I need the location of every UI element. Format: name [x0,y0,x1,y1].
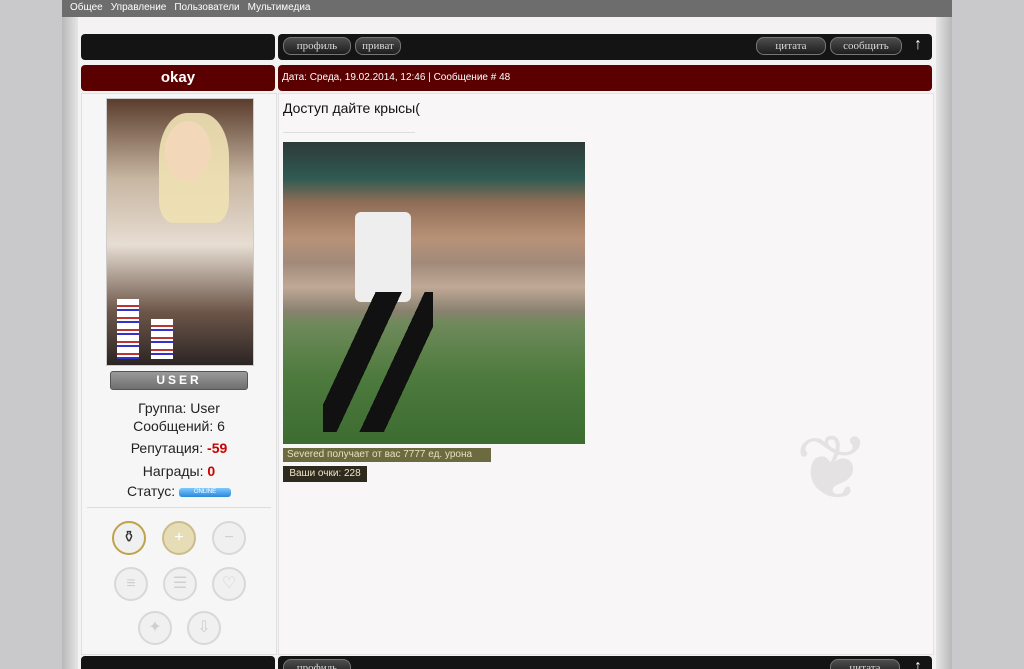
profile-button-bottom[interactable]: профиль [283,659,351,669]
signature-separator [283,132,415,133]
post-toolbar-left [81,34,275,60]
user-info-panel: USER Группа: User Сообщений: 6 Репутация… [81,93,277,655]
user-rank-badge: USER [110,371,248,390]
nav-general[interactable]: Общее [70,2,103,13]
group-label: Группа: [138,400,187,416]
profile-button[interactable]: профиль [283,37,351,55]
user-status: Статус: ONLINE [82,483,276,499]
awards-value[interactable]: 0 [207,463,215,479]
awards-label: Награды: [142,463,204,479]
menu-icon[interactable]: ☰ [163,567,197,601]
post-toolbar-bottom: профиль цитата ↑ [278,656,932,669]
group-value: User [190,400,220,416]
user-group: Группа: User [82,400,276,416]
quote-button-bottom[interactable]: цитата [830,659,900,669]
post-image[interactable] [283,142,585,444]
down-icon[interactable]: ⇩ [187,611,221,645]
star-icon[interactable]: ✦ [138,611,172,645]
user-avatar[interactable] [106,98,254,366]
reputation-label: Репутация: [130,440,204,456]
user-awards: Награды: 0 [82,463,276,479]
avatar-sock [117,299,139,359]
decorative-ornament-icon: ❦ [795,419,871,519]
username[interactable]: okay [161,69,195,86]
user-messages: Сообщений: 6 [82,418,276,434]
post-text: Доступ дайте крысы( [283,100,420,116]
nav-users[interactable]: Пользователи [174,2,239,13]
points-banner: Ваши очки: 228 [283,466,367,482]
post-meta-header: Дата: Среда, 19.02.2014, 12:46 | Сообщен… [278,65,932,91]
bottle-icon[interactable]: ⚱ [112,521,146,555]
photo-figure-legs [323,292,433,432]
scroll-up-icon[interactable]: ↑ [914,36,922,54]
admin-top-bar: Общее Управление Пользователи Мультимедиа [62,0,952,17]
panel-divider [87,507,271,508]
post-toolbar-bottom-left [81,656,275,669]
nav-multimedia[interactable]: Мультимедиа [248,2,311,13]
avatar-sock [151,319,173,359]
minus-icon[interactable]: − [212,521,246,555]
nav-management[interactable]: Управление [111,2,167,13]
status-label: Статус: [126,483,176,499]
frame-left-edge [62,17,78,669]
frame-right-edge [936,17,952,669]
post-meta: Дата: Среда, 19.02.2014, 12:46 | Сообщен… [282,72,511,83]
post-content-panel: ❦ Доступ дайте крысы( Severed получает о… [278,93,934,655]
list-icon[interactable]: ≡ [114,567,148,601]
messages-label: Сообщений: [133,418,214,434]
post-toolbar: профиль приват цитата сообщить ↑ [278,34,932,60]
photo-figure-shirt [355,212,411,302]
avatar-face [165,121,211,181]
report-button[interactable]: сообщить [830,37,902,55]
user-reputation: Репутация: -59 [82,440,276,456]
scroll-up-icon-bottom[interactable]: ↑ [914,658,922,669]
heart-icon[interactable]: ♡ [212,567,246,601]
messages-value: 6 [217,418,225,434]
reputation-value[interactable]: -59 [207,440,227,456]
quote-button[interactable]: цитата [756,37,826,55]
private-message-button[interactable]: приват [355,37,401,55]
online-status-badge: ONLINE [179,487,232,497]
damage-banner: Severed получает от вас 7777 ед. урона [283,448,491,462]
plus-reputation-icon[interactable]: + [162,521,196,555]
username-header: okay [81,65,275,91]
